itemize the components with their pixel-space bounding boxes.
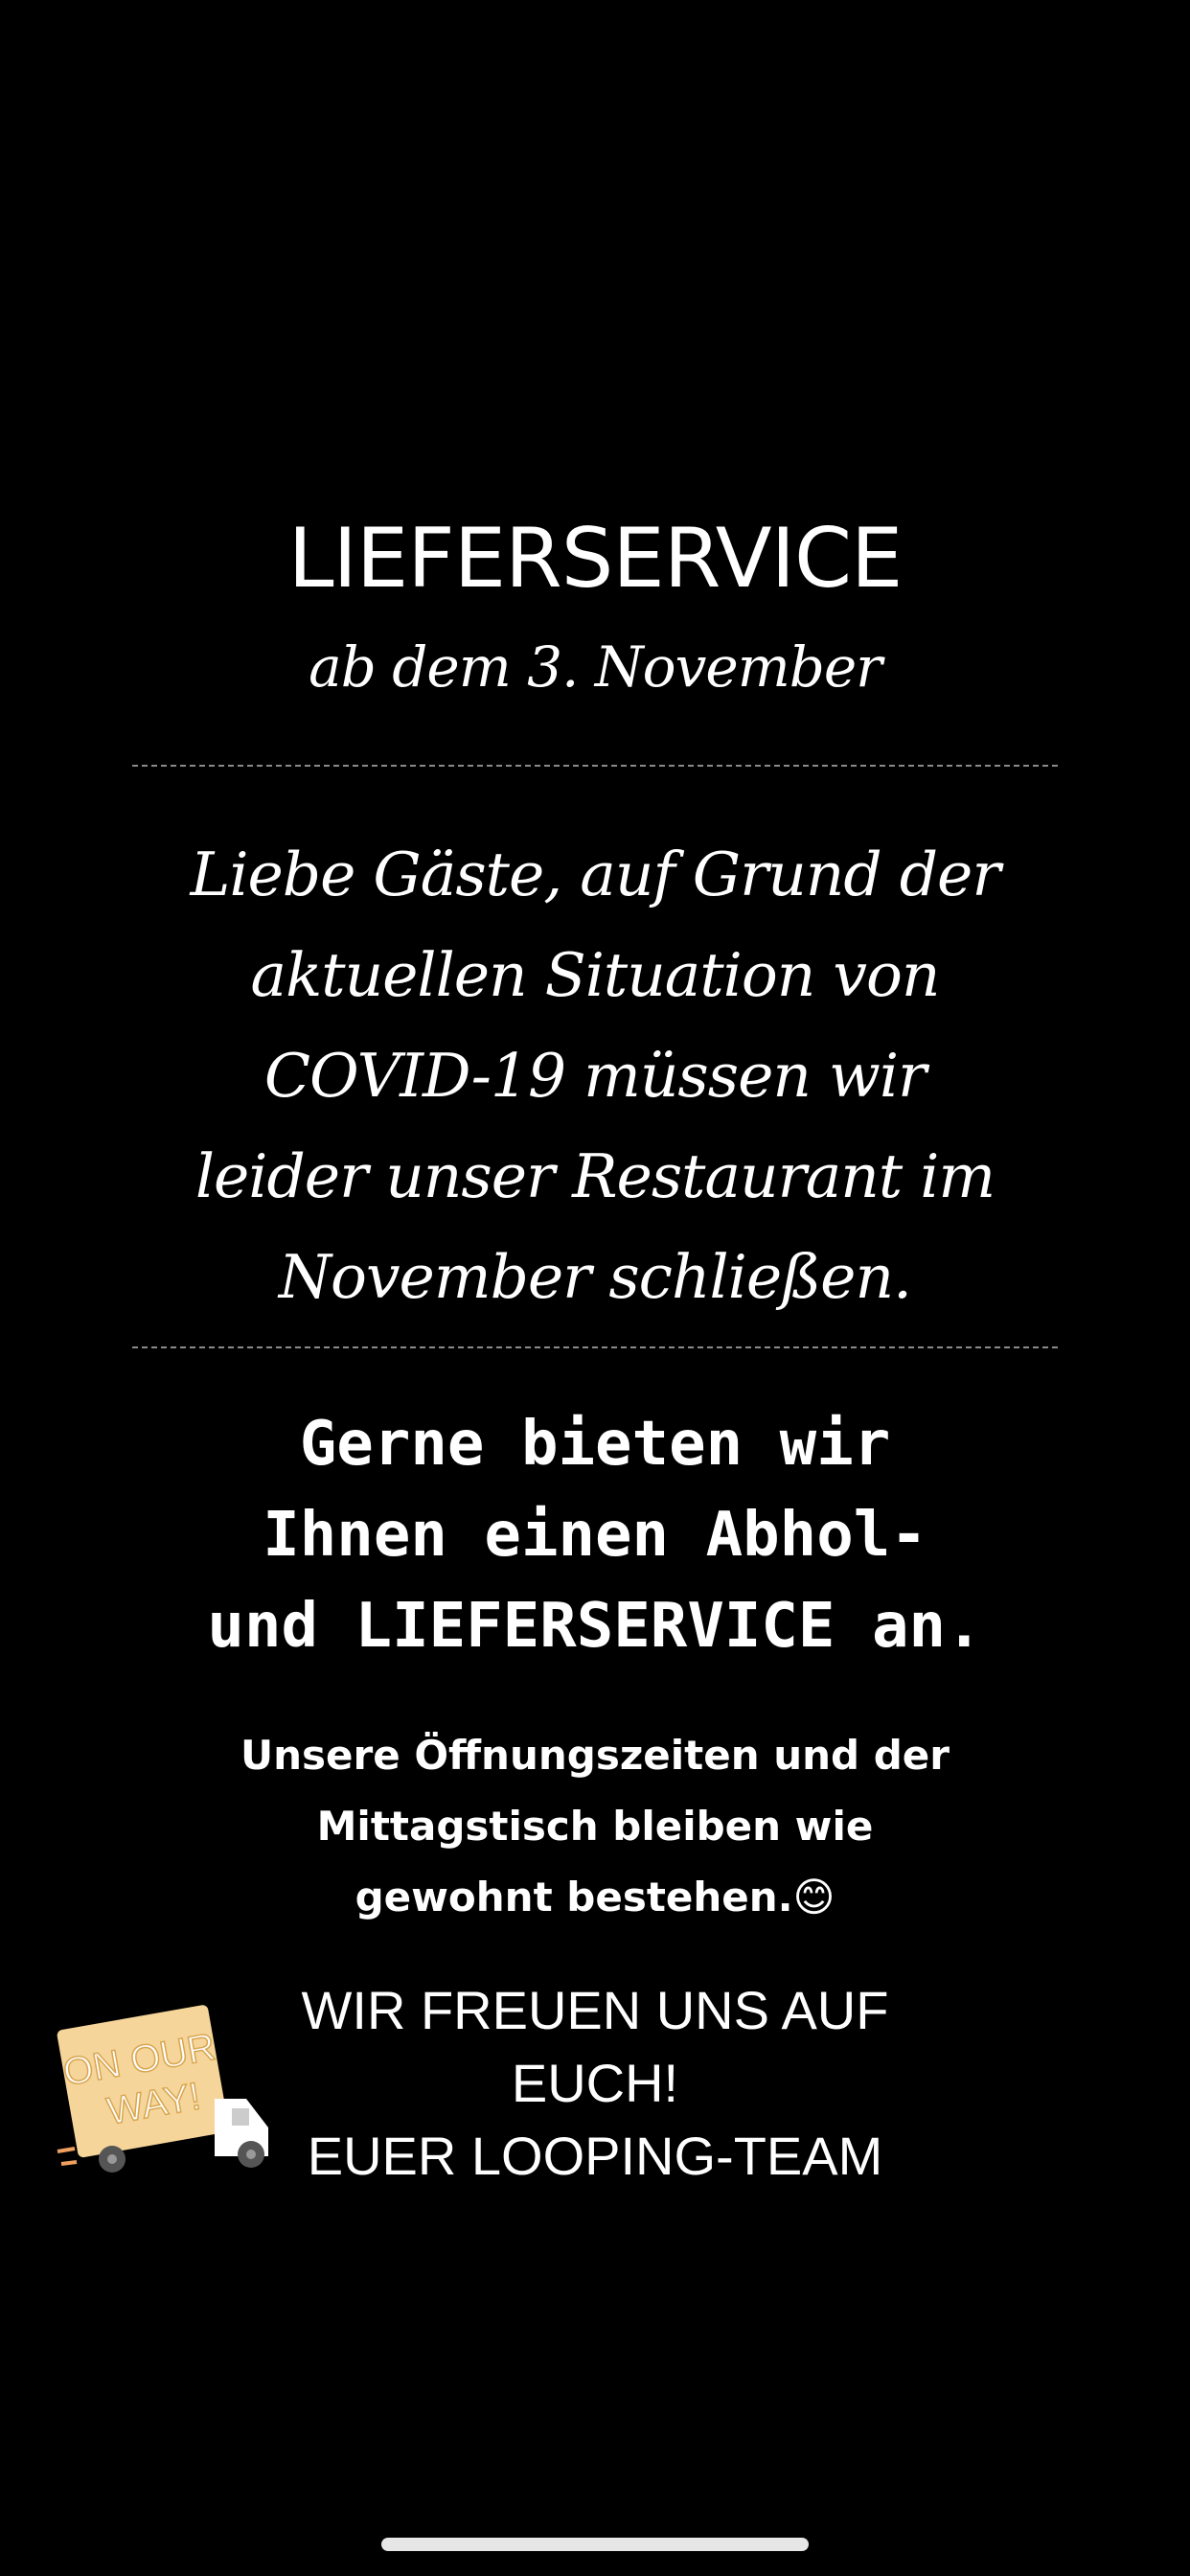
divider-bottom (132, 1346, 1058, 1348)
notice-line: leider unser Restaurant im (195, 1141, 995, 1211)
delivery-truck-icon: ON OUR WAY! (57, 2005, 268, 2173)
opening-hours-note: Unsere Öffnungszeiten und der Mittagstis… (0, 1720, 1190, 1933)
notice-line: COVID-19 müssen wir (263, 1041, 927, 1111)
service-offer: Gerne bieten wir Ihnen einen Abhol- und … (0, 1399, 1190, 1672)
hours-line: gewohnt bestehen.😊 (355, 1874, 835, 1920)
closure-notice: Liebe Gäste, auf Grund der aktuellen Sit… (0, 824, 1190, 1327)
divider-top (132, 765, 1058, 767)
notice-line: Liebe Gäste, auf Grund der (190, 840, 1001, 909)
notice-line: November schließen. (278, 1242, 912, 1312)
offer-line: und LIEFERSERVICE an. (207, 1591, 983, 1662)
home-indicator[interactable] (381, 2538, 809, 2551)
story-title: LIEFERSERVICE (287, 511, 904, 607)
offer-line: Ihnen einen Abhol- (263, 1500, 927, 1571)
motion-line (57, 2147, 76, 2153)
hours-line: Mittagstisch bleiben wie (316, 1803, 874, 1850)
story-subtitle: ab dem 3. November (309, 634, 882, 700)
hours-line: Unsere Öffnungszeiten und der (240, 1732, 950, 1779)
truck-window (232, 2108, 249, 2126)
notice-line: aktuellen Situation von (250, 940, 941, 1010)
motion-line (60, 2160, 78, 2166)
offer-line: Gerne bieten wir (299, 1409, 891, 1480)
